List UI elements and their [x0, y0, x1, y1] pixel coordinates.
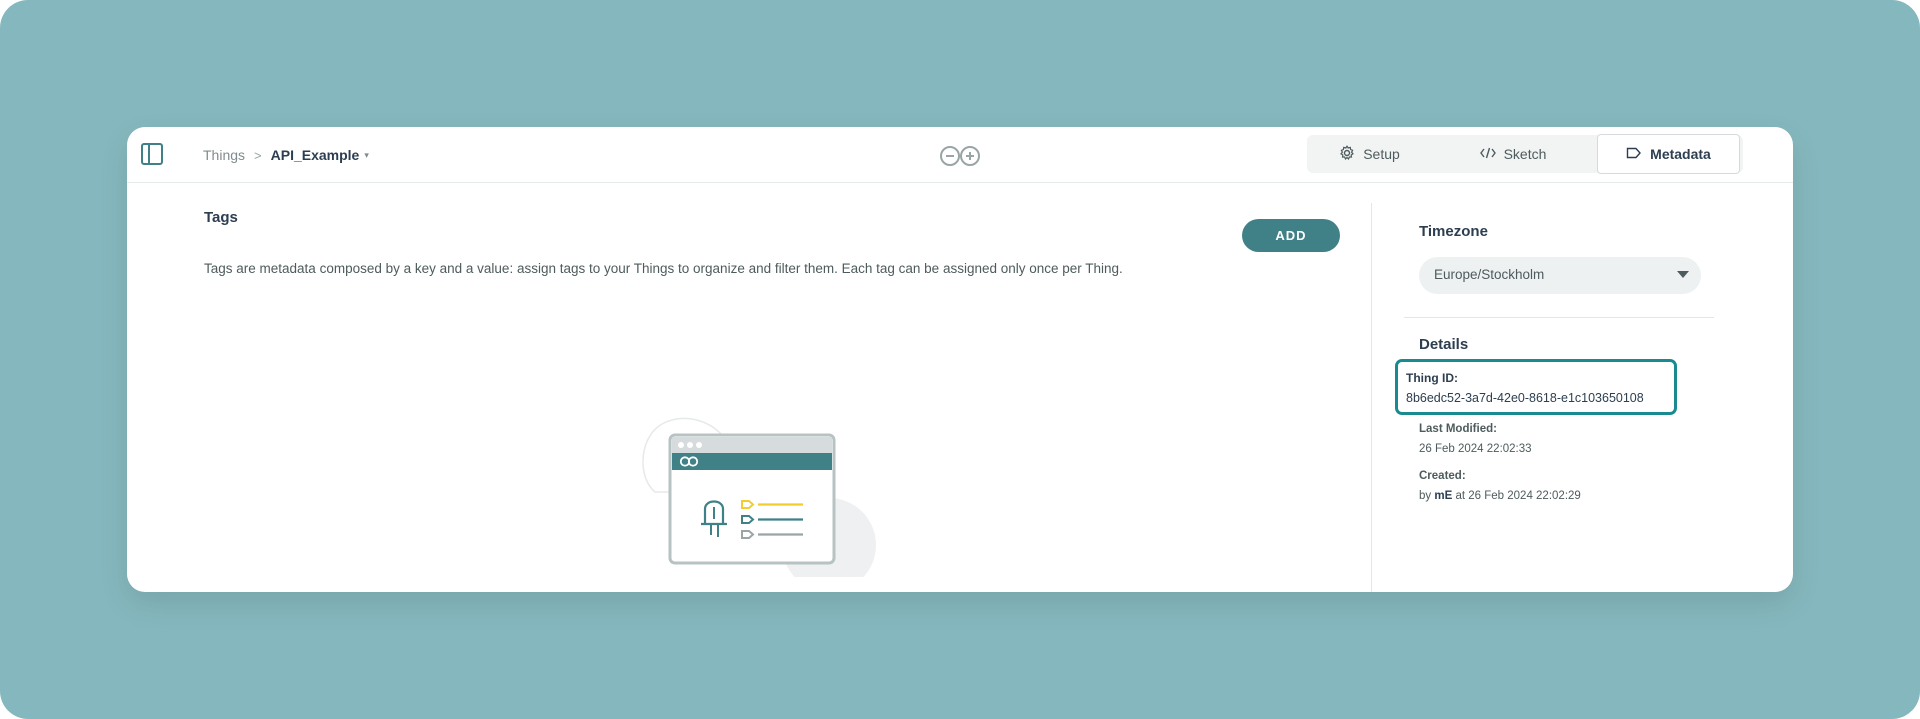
tag-icon: [1626, 146, 1642, 162]
tab-metadata-label: Metadata: [1650, 146, 1711, 162]
panel-divider: [1371, 203, 1372, 592]
breadcrumb-separator: >: [254, 147, 262, 163]
tab-sketch[interactable]: Sketch: [1432, 135, 1594, 173]
app-window: Things > API_Example ▾ Setup Sketch Meta…: [127, 127, 1793, 592]
created-by-prefix: by: [1419, 490, 1432, 502]
tab-setup[interactable]: Setup: [1307, 135, 1432, 173]
details-title: Details: [1419, 336, 1469, 353]
view-tabs: Setup Sketch Metadata: [1307, 134, 1743, 174]
created-label: Created:: [1419, 470, 1466, 482]
breadcrumb-thing-name[interactable]: API_Example: [271, 147, 360, 163]
top-bar: Things > API_Example ▾ Setup Sketch Meta…: [127, 127, 1793, 183]
details-divider: [1404, 317, 1714, 318]
timezone-select[interactable]: Europe/Stockholm: [1419, 257, 1701, 294]
last-modified-label: Last Modified:: [1419, 423, 1497, 435]
code-icon: [1479, 146, 1496, 163]
thing-id-value[interactable]: 8b6edc52-3a7d-42e0-8618-e1c103650108: [1406, 391, 1644, 405]
thing-id-label: Thing ID:: [1406, 371, 1458, 385]
tab-sketch-label: Sketch: [1503, 146, 1547, 162]
tab-metadata[interactable]: Metadata: [1597, 134, 1740, 174]
thing-id-highlight: [1395, 359, 1677, 415]
empty-tags-illustration: [627, 327, 887, 592]
timezone-label: Timezone: [1419, 223, 1488, 240]
sidebar-toggle-icon[interactable]: [140, 142, 164, 166]
chevron-down-icon[interactable]: ▾: [364, 150, 369, 161]
tags-title: Tags: [204, 209, 238, 226]
breadcrumb-things-link[interactable]: Things: [203, 147, 245, 163]
caret-down-icon: [1677, 271, 1689, 278]
tab-setup-label: Setup: [1363, 146, 1400, 162]
created-at-prefix: at: [1455, 490, 1466, 502]
timezone-value: Europe/Stockholm: [1434, 267, 1545, 282]
tags-description: Tags are metadata composed by a key and …: [204, 261, 1123, 276]
breadcrumb: Things > API_Example ▾: [203, 127, 369, 183]
add-tag-button[interactable]: ADD: [1242, 219, 1340, 252]
arduino-logo-icon: [939, 145, 983, 167]
created-at-date: 26 Feb 2024 22:02:29: [1468, 490, 1581, 502]
gear-icon: [1339, 144, 1355, 164]
created-value: by mE at 26 Feb 2024 22:02:29: [1419, 490, 1581, 502]
created-by-user: mE: [1434, 490, 1453, 502]
last-modified-value: 26 Feb 2024 22:02:33: [1419, 443, 1532, 455]
